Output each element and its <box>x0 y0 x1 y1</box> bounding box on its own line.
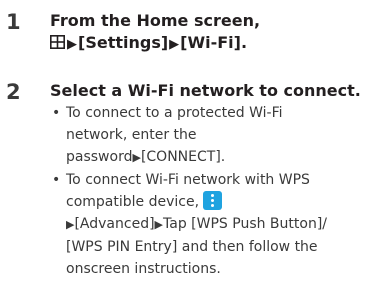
connect-label: [CONNECT]. <box>140 149 226 165</box>
step-title-line-2: ▶[Settings]▶[Wi-Fi]. <box>50 32 247 56</box>
bullet-text: password <box>66 149 133 165</box>
settings-menu-label: [Settings] <box>78 33 169 52</box>
step-number: 2 <box>6 80 21 104</box>
list-item: To connect Wi-Fi network with WPS compat… <box>52 169 372 280</box>
right-arrow-icon: ▶ <box>132 151 141 164</box>
right-arrow-icon: ▶ <box>154 218 164 231</box>
bullet-text: onscreen instructions. <box>66 261 221 277</box>
more-menu-icon <box>203 191 223 210</box>
bullet-text: To connect to a protected Wi-Fi <box>66 105 283 121</box>
instruction-list: To connect to a protected Wi-Fi network,… <box>52 102 372 280</box>
right-arrow-icon: ▶ <box>67 37 77 52</box>
list-item: To connect to a protected Wi-Fi network,… <box>52 102 372 169</box>
advanced-label: [Advanced] <box>74 216 155 232</box>
bullet-text: Tap [WPS Push Button]/ <box>163 216 328 232</box>
wifi-menu-label: [Wi-Fi]. <box>180 33 248 52</box>
right-arrow-icon: ▶ <box>169 37 180 52</box>
step-number: 1 <box>6 10 21 34</box>
step-title-line-1: From the Home screen, <box>50 11 261 30</box>
bullet-text: network, enter the <box>66 127 197 143</box>
bullet-text: [WPS PIN Entry] and then follow the <box>66 239 318 255</box>
bullet-text: compatible device, <box>66 194 200 210</box>
apps-grid-icon <box>50 35 65 49</box>
step-title: Select a Wi-Fi network to connect. <box>50 81 361 100</box>
bullet-text: To connect Wi-Fi network with WPS <box>66 172 310 188</box>
